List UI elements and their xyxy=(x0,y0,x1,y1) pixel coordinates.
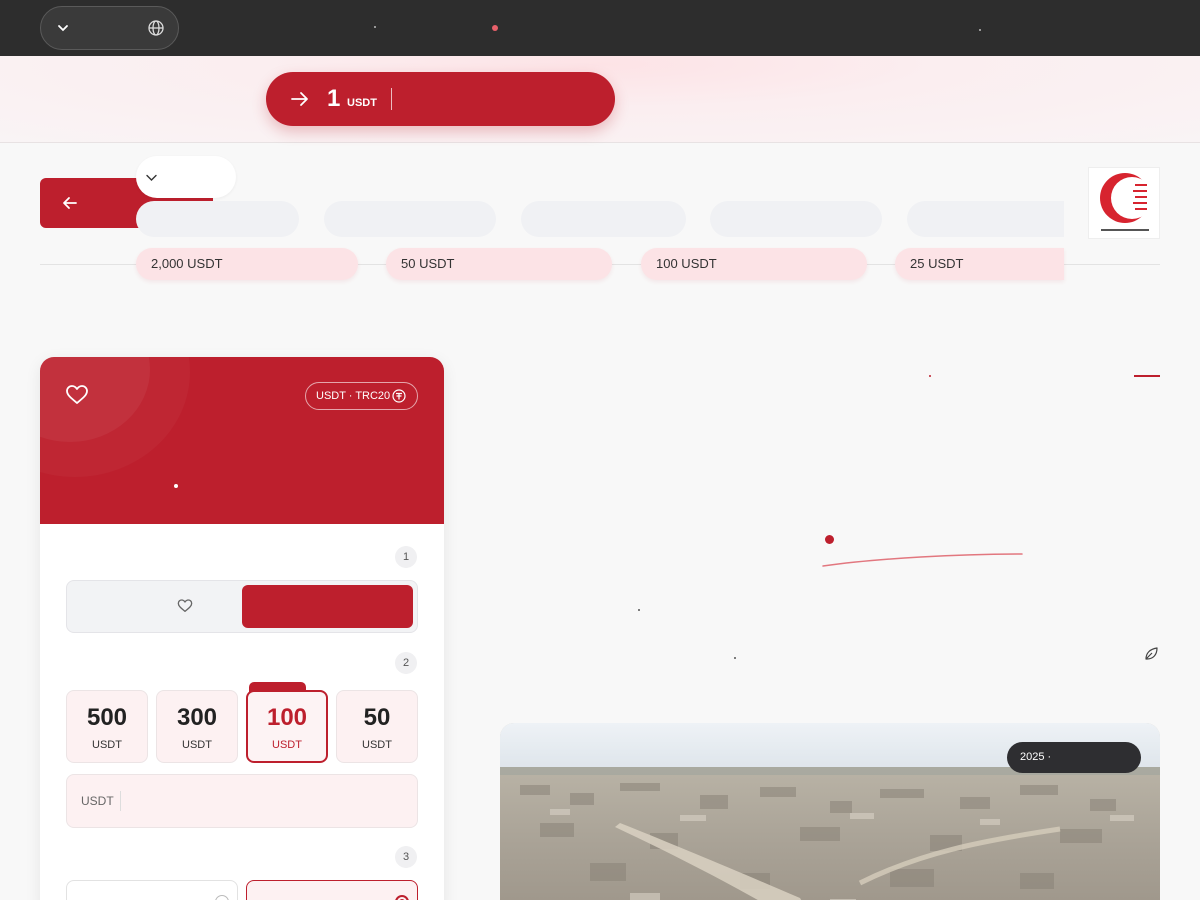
photo-year-badge: 2025 · xyxy=(1007,742,1141,773)
payment-option-selected[interactable] xyxy=(246,880,418,900)
campaign-title-placeholder xyxy=(324,201,496,237)
campaign-amount-chip[interactable]: 50 USDT xyxy=(386,248,612,280)
campaign-amount-chip[interactable]: 2,000 USDT xyxy=(136,248,358,280)
preset-currency: USDT xyxy=(92,739,122,751)
donation-banner: 1 USDT xyxy=(0,56,1200,143)
step-number: 3 xyxy=(395,846,417,868)
red-crescent-logo xyxy=(1088,167,1160,239)
decorative-dot xyxy=(734,657,736,659)
preset-value: 50 xyxy=(363,704,391,731)
leaf-icon xyxy=(1145,647,1158,660)
chevron-down-icon xyxy=(58,25,68,32)
divider xyxy=(120,791,121,811)
decorative-dot xyxy=(174,484,178,488)
nav-dot xyxy=(374,26,376,28)
preset-amount-button[interactable]: 50 USDT xyxy=(336,690,418,763)
language-selector[interactable] xyxy=(40,6,179,50)
step-number: 2 xyxy=(395,652,417,674)
network-badge-label: USDT · TRC20 xyxy=(316,390,391,402)
chevron-down-icon xyxy=(146,174,157,181)
divider xyxy=(391,88,392,110)
custom-amount-input[interactable] xyxy=(127,783,407,819)
preset-value: 100 xyxy=(266,704,308,731)
custom-amount-field[interactable]: USDT xyxy=(66,774,418,828)
decorative-dot xyxy=(929,375,931,377)
donation-card: USDT · TRC20 1 2 500 USDT 300 USDT 100 U… xyxy=(40,357,444,900)
custom-amount-currency: USDT xyxy=(81,794,114,808)
radio-button[interactable] xyxy=(215,895,229,900)
campaign-amount-chip[interactable]: 100 USDT xyxy=(641,248,867,280)
globe-icon xyxy=(148,20,164,36)
quick-donate-button[interactable]: 1 USDT xyxy=(266,72,615,126)
campaign-filter-dropdown[interactable] xyxy=(136,156,236,198)
donation-type-toggle[interactable] xyxy=(66,580,418,633)
preset-value: 300 xyxy=(176,704,218,731)
decorative-dot xyxy=(638,609,640,611)
decorative-dot xyxy=(825,535,834,544)
nav-dot xyxy=(979,29,981,31)
network-badge: USDT · TRC20 xyxy=(305,382,418,410)
campaign-title-placeholder xyxy=(710,201,882,237)
decorative-swoosh xyxy=(822,553,1023,567)
preset-currency: USDT xyxy=(182,739,212,751)
quick-donate-unit: USDT xyxy=(347,97,377,109)
campaign-title-placeholder xyxy=(136,201,299,237)
top-navigation-bar xyxy=(0,0,1200,56)
radio-button-selected[interactable] xyxy=(395,895,409,900)
preset-amount-button[interactable]: 300 USDT xyxy=(156,690,238,763)
heart-icon xyxy=(177,599,193,612)
preset-value: 500 xyxy=(86,704,128,731)
decorative-line xyxy=(1134,375,1160,377)
nav-active-dot xyxy=(492,25,498,31)
donation-type-active-option[interactable] xyxy=(242,585,413,628)
preset-amount-button-selected[interactable]: 100 USDT xyxy=(246,690,328,763)
payment-option[interactable] xyxy=(66,880,238,900)
preset-currency: USDT xyxy=(362,739,392,751)
preset-currency: USDT xyxy=(272,739,302,751)
heart-icon[interactable] xyxy=(65,383,89,407)
campaign-amount-chip[interactable]: 25 USDT xyxy=(895,248,1064,280)
step-number: 1 xyxy=(395,546,417,568)
quick-donate-amount: 1 xyxy=(327,85,341,112)
donation-card-header: USDT · TRC20 xyxy=(40,357,444,524)
arrow-left-icon xyxy=(63,197,77,209)
tether-icon xyxy=(392,389,406,403)
preset-amount-button[interactable]: 500 USDT xyxy=(66,690,148,763)
campaign-title-placeholder xyxy=(521,201,686,237)
arrow-right-icon xyxy=(291,92,308,106)
campaign-title-placeholder xyxy=(907,201,1064,237)
